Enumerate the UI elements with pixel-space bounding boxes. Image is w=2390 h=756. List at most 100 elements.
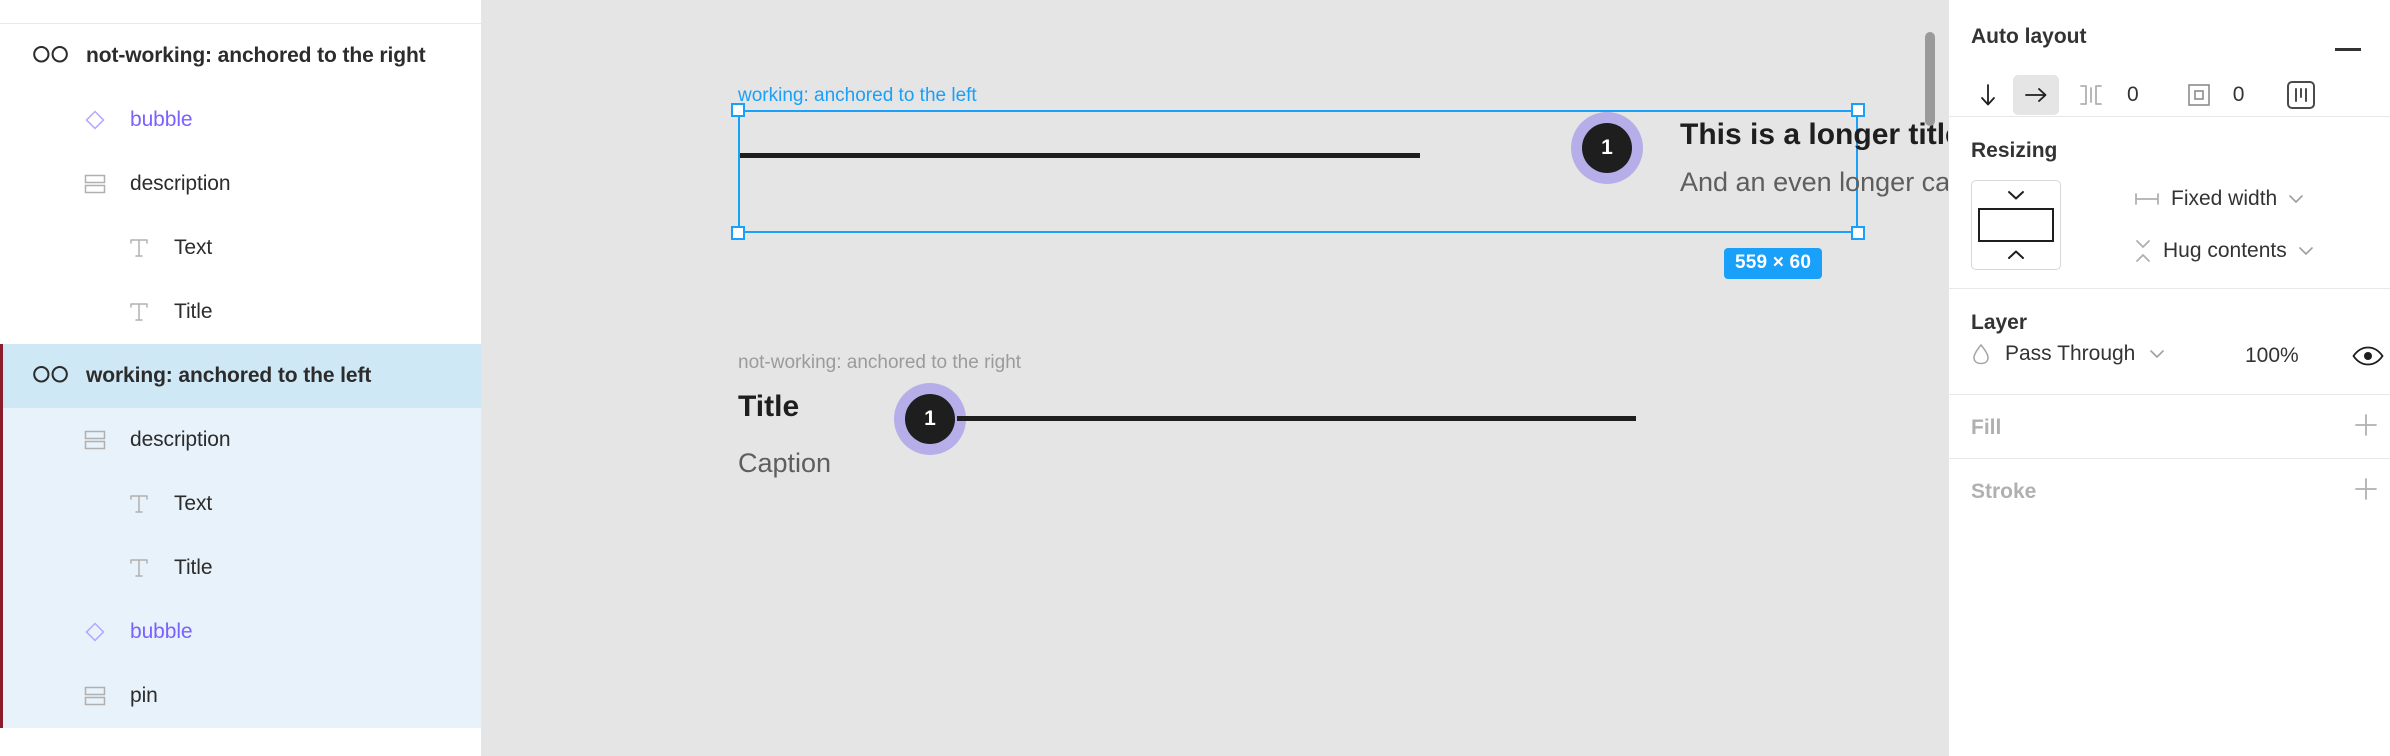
chevron-down-icon [2289, 195, 2304, 203]
bubble-number: 1 [1582, 123, 1632, 173]
auto-layout-icon [78, 423, 112, 457]
auto-layout-icon [78, 167, 112, 201]
selection-handle-top-right[interactable] [1851, 103, 1865, 117]
layer-row-bubble[interactable]: bubble [0, 600, 481, 664]
bubble-marker-working[interactable]: 1 [1571, 112, 1643, 184]
resizing-section: Resizing Fixed width Hug contents [1949, 117, 2390, 289]
bubble-marker-not-working[interactable]: 1 [894, 383, 966, 455]
design-caption-not-working[interactable]: Caption [738, 448, 831, 479]
layer-row-text[interactable]: Text [0, 216, 481, 280]
chevron-up-icon [2008, 250, 2024, 259]
selection-indicator [0, 664, 3, 728]
layers-panel: 🞆🞆 not-working: anchored to the right bubb… [0, 0, 482, 756]
auto-layout-section: Auto layout 0 0 [1949, 0, 2390, 117]
frame-label-working[interactable]: working: anchored to the left [738, 85, 977, 107]
resizing-heading: Resizing [1971, 139, 2058, 162]
blend-mode-dropdown[interactable]: Pass Through [1971, 342, 2165, 366]
frame-label-not-working[interactable]: not-working: anchored to the right [738, 352, 1021, 374]
design-caption-working[interactable]: And an even longer caption [1680, 167, 1948, 198]
arrow-down-icon[interactable] [1965, 75, 2011, 115]
connector-line-not-working [957, 416, 1636, 421]
auto-layout-icon [84, 686, 106, 706]
stroke-heading: Stroke [1971, 480, 2037, 503]
layer-row-description[interactable]: description [0, 408, 481, 472]
layer-heading: Layer [1971, 311, 2028, 334]
layer-section: Layer Pass Through 100% [1949, 289, 2390, 395]
properties-panel: Auto layout 0 0 Resizing Fixed width Hug… [1948, 0, 2390, 756]
blend-mode-icon [1973, 343, 1989, 365]
component-icon [78, 103, 112, 137]
auto-layout-icon [78, 679, 112, 713]
auto-layout-controls: 0 0 [1965, 75, 2316, 115]
layer-label: bubble [130, 620, 193, 643]
fill-heading: Fill [1971, 416, 2002, 439]
layer-label: description [130, 428, 231, 451]
minus-icon[interactable] [2335, 48, 2361, 51]
chevron-down-icon [2150, 350, 2165, 358]
opacity-value[interactable]: 100% [2245, 344, 2299, 368]
selection-handle-top-left[interactable] [731, 103, 745, 117]
height-resizing-value: Hug contents [2163, 239, 2287, 262]
auto-layout-icon [84, 174, 106, 194]
frame-icon: 🞆🞆 [32, 43, 70, 68]
layer-label: bubble [130, 108, 193, 131]
selection-indicator [0, 408, 3, 472]
text-icon [130, 559, 148, 577]
layer-row-title[interactable]: Title [0, 280, 481, 344]
bubble-number: 1 [905, 394, 955, 444]
plus-icon[interactable] [2352, 475, 2380, 503]
selection-indicator [0, 472, 3, 536]
text-icon [122, 295, 156, 329]
component-icon [78, 615, 112, 649]
design-title-working[interactable]: This is a longer title [1680, 118, 1948, 152]
chevron-down-icon [2298, 247, 2313, 255]
arrow-right-icon[interactable] [2013, 75, 2059, 115]
selection-indicator [0, 536, 3, 600]
auto-layout-heading: Auto layout [1971, 25, 2087, 48]
layer-row-not-working-anchored-to-the-right[interactable]: 🞆🞆 not-working: anchored to the right [0, 24, 481, 88]
vertical-resize-icon [2136, 240, 2150, 262]
text-icon [122, 551, 156, 585]
plus-icon[interactable] [2352, 411, 2380, 439]
resize-rect [1978, 208, 2054, 242]
width-resizing-dropdown[interactable]: Fixed width [2134, 187, 2304, 211]
eye-icon[interactable] [2352, 346, 2384, 366]
auto-layout-padding-value[interactable]: 0 [2233, 83, 2245, 107]
selection-indicator [0, 344, 3, 408]
gap-icon [2077, 84, 2105, 106]
component-icon [85, 110, 105, 130]
height-resizing-dropdown[interactable]: Hug contents [2134, 238, 2314, 264]
auto-layout-icon [84, 430, 106, 450]
resize-preview-box[interactable] [1971, 180, 2061, 270]
layer-row-working-anchored-to-the-left[interactable]: 🞆🞆 working: anchored to the left [0, 344, 481, 408]
connector-line-working [740, 153, 1420, 158]
selection-handle-bottom-left[interactable] [731, 226, 745, 240]
layer-label: Title [174, 300, 213, 323]
auto-layout-gap-value[interactable]: 0 [2127, 83, 2139, 107]
layer-row-title[interactable]: Title [0, 536, 481, 600]
layer-label: pin [130, 684, 158, 707]
selection-indicator [0, 600, 3, 664]
layer-row-text[interactable]: Text [0, 472, 481, 536]
text-icon [130, 303, 148, 321]
layer-row-description[interactable]: description [0, 152, 481, 216]
stroke-section: Stroke [1949, 459, 2390, 523]
design-canvas[interactable]: working: anchored to the left 1 This is … [482, 0, 1948, 756]
design-tool-window: 🞆🞆 not-working: anchored to the right bubb… [0, 0, 2390, 756]
canvas-vertical-scrollbar[interactable] [1925, 32, 1935, 126]
text-icon [122, 487, 156, 521]
layer-label: working: anchored to the left [86, 364, 372, 387]
text-icon [130, 239, 148, 257]
frame-icon: 🞆🞆 [32, 359, 70, 393]
layer-label: Text [174, 492, 213, 515]
text-icon [130, 495, 148, 513]
selection-handle-bottom-right[interactable] [1851, 226, 1865, 240]
design-title-not-working[interactable]: Title [738, 390, 799, 424]
layer-row-bubble[interactable]: bubble [0, 88, 481, 152]
chevron-down-icon [2008, 191, 2024, 200]
align-icon[interactable] [2286, 80, 2316, 110]
layer-row-pin[interactable]: pin [0, 664, 481, 728]
frame-icon: 🞆🞆 [32, 363, 70, 388]
layer-label: description [130, 172, 231, 195]
component-icon [85, 622, 105, 642]
